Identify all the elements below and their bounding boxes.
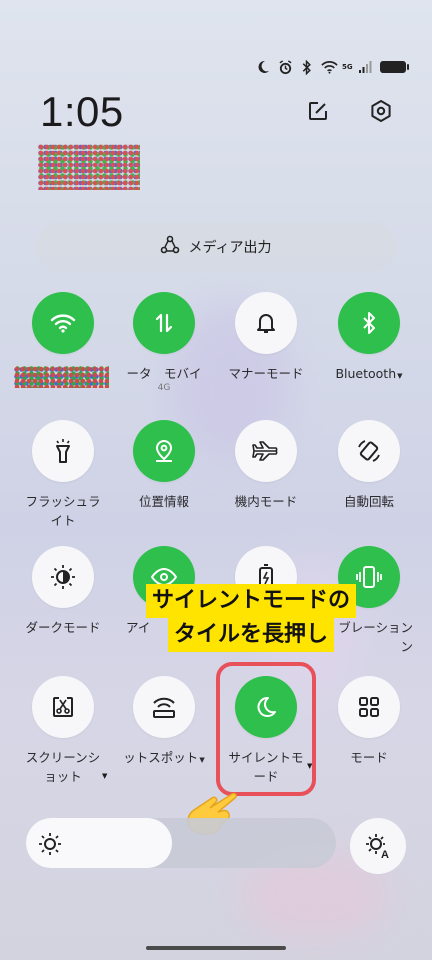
edit-icon[interactable] <box>303 96 333 126</box>
tile-modes-toggle[interactable] <box>338 676 400 738</box>
tile-screenshot-toggle[interactable] <box>32 676 94 738</box>
tile-airplane-label: 機内モード <box>234 494 298 509</box>
wifi-icon <box>320 58 338 76</box>
wifi-network-name-redacted <box>14 366 109 388</box>
bluetooth-icon <box>298 58 316 76</box>
tile-location-label: 位置情報 <box>138 494 189 509</box>
signal-icon <box>356 58 374 76</box>
tile-screenshot[interactable]: スクリーンシ ョット ▼ <box>13 676 113 786</box>
alarm-icon <box>276 58 294 76</box>
tile-mobile-data[interactable]: ータ モバイ 4G <box>114 292 214 393</box>
dropdown-caret-icon[interactable]: ▼ <box>102 772 107 780</box>
brightness-icon <box>38 832 62 856</box>
dropdown-caret-icon[interactable]: ▼ <box>397 372 402 380</box>
instruction-line-1: サイレントモードの <box>145 584 356 618</box>
tile-hotspot[interactable]: ットスポット▼ <box>114 676 214 770</box>
auto-brightness-button[interactable]: A <box>350 818 406 874</box>
tile-location-toggle[interactable] <box>133 420 195 482</box>
tile-hotspot-toggle[interactable] <box>133 676 195 738</box>
clock: 1:05 <box>40 88 124 135</box>
tile-dark-mode-toggle[interactable] <box>32 546 94 608</box>
tile-airplane-toggle[interactable] <box>235 420 297 482</box>
tile-flashlight-toggle[interactable] <box>32 420 94 482</box>
tile-flashlight-label: フラッシュラ イト <box>25 494 101 528</box>
hotspot-label-text: ットスポット <box>123 750 199 765</box>
instruction-callout: サイレントモードの タイルを長押し <box>120 584 382 652</box>
battery-icon <box>380 61 409 73</box>
dropdown-caret-icon[interactable]: ▼ <box>199 756 204 764</box>
tile-manner-mode-toggle[interactable] <box>235 292 297 354</box>
instruction-line-2: タイルを長押し <box>167 618 334 652</box>
tile-dark-mode-label: ダークモード <box>25 620 101 635</box>
mobile-data-network-type: 4G <box>157 383 171 393</box>
moon-icon <box>254 58 272 76</box>
tile-airplane[interactable]: 機内モード <box>216 420 316 511</box>
tile-flashlight[interactable]: フラッシュラ イト <box>13 420 113 530</box>
tile-bluetooth-toggle[interactable] <box>338 292 400 354</box>
media-output-button[interactable]: メディア出力 <box>36 222 396 272</box>
date-redacted <box>38 144 140 190</box>
tile-manner-mode-label: マナーモード <box>228 366 304 381</box>
tile-auto-rotate[interactable]: 自動回転 <box>319 420 419 511</box>
media-output-icon <box>160 235 180 259</box>
tile-hotspot-label: ットスポット▼ <box>114 748 214 770</box>
network-type: 5G <box>342 62 353 71</box>
tile-dark-mode[interactable]: ダークモード <box>13 546 113 637</box>
tile-wifi-toggle[interactable] <box>32 292 94 354</box>
tile-modes[interactable]: モード <box>319 676 419 767</box>
tile-modes-label: モード <box>350 750 388 765</box>
tile-bluetooth[interactable]: Bluetooth▼ <box>319 292 419 386</box>
tile-location[interactable]: 位置情報 <box>114 420 214 511</box>
tile-manner-mode[interactable]: マナーモード <box>216 292 316 383</box>
brightness-slider[interactable] <box>26 818 336 868</box>
tile-mobile-data-toggle[interactable] <box>133 292 195 354</box>
bluetooth-label-text: Bluetooth <box>335 366 397 381</box>
tile-mobile-data-label: ータ モバイ <box>126 366 202 381</box>
tile-auto-rotate-label: 自動回転 <box>343 494 394 509</box>
tile-auto-rotate-toggle[interactable] <box>338 420 400 482</box>
tile-bluetooth-label: Bluetooth▼ <box>319 364 419 386</box>
svg-text:A: A <box>381 849 389 860</box>
home-indicator[interactable] <box>146 946 286 950</box>
status-bar: 5G <box>254 57 409 77</box>
tile-wifi[interactable] <box>13 292 113 354</box>
settings-icon[interactable] <box>366 96 396 126</box>
media-output-label: メディア出力 <box>188 240 272 256</box>
tile-screenshot-label: スクリーンシ ョット <box>25 750 101 784</box>
